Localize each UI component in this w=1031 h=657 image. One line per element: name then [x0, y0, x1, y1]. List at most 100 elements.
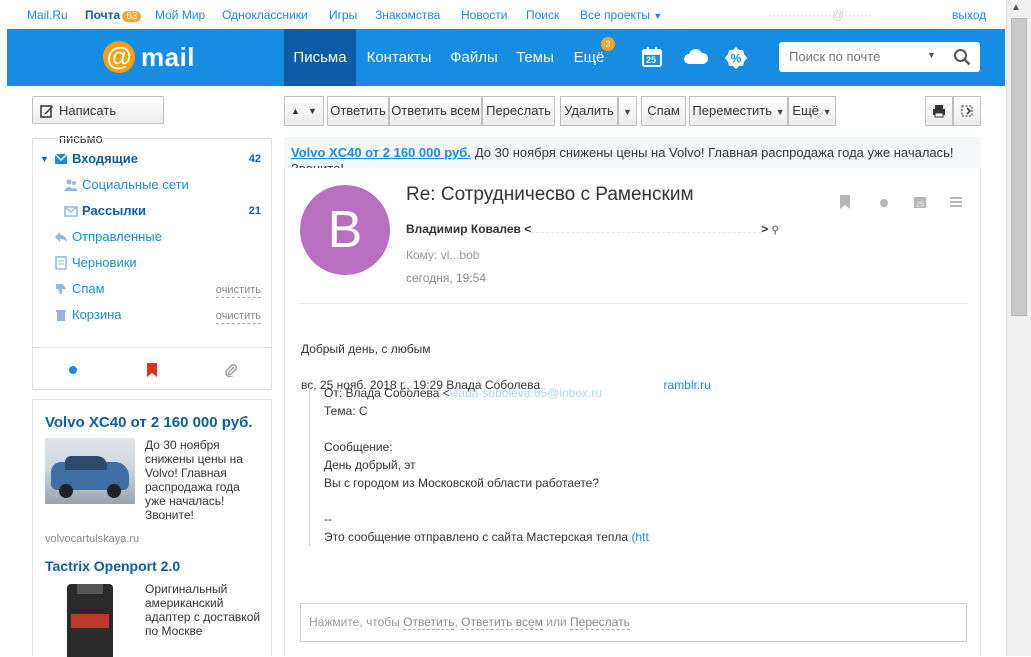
sender-tail: >: [761, 222, 772, 236]
calendar-day: 25: [646, 55, 657, 65]
menu-icon[interactable]: [949, 195, 963, 209]
quick-reply-link[interactable]: Ответить: [403, 615, 455, 630]
quote-from-link[interactable]: vlada-soboleva.65@inbox.ru: [450, 386, 602, 400]
portal-link-moymir[interactable]: Мой Мир: [155, 8, 205, 22]
ad-title[interactable]: Tactrix Openport 2.0: [45, 558, 180, 574]
portal-link-news[interactable]: Новости: [461, 8, 507, 22]
all-projects-label[interactable]: Все проекты: [580, 8, 650, 22]
bookmark-icon[interactable]: [838, 195, 852, 209]
unread-count: 21: [248, 205, 261, 217]
user-email[interactable]: ················@·······: [768, 8, 872, 22]
tab-more[interactable]: Ещё 3: [567, 29, 615, 86]
sender[interactable]: Владимир Ковалев < > ⚲: [406, 222, 779, 236]
quick-reply-all-link[interactable]: Ответить всем: [461, 615, 543, 630]
ad-domain[interactable]: volvocartulskaya.ru: [45, 533, 139, 545]
search-dropdown-icon[interactable]: ▼: [927, 50, 936, 60]
folder-label: Корзина: [72, 307, 122, 322]
chevron-down-icon: ▼: [822, 107, 832, 117]
quick-forward-link[interactable]: Переслать: [570, 615, 630, 630]
attachment-filter-icon[interactable]: [224, 363, 238, 377]
ad-title[interactable]: Volvo XC40 от 2 160 000 руб.: [45, 414, 253, 431]
sender-name[interactable]: Владимир Ковалев <: [406, 222, 531, 236]
folder-newsletters[interactable]: Рассылки 21: [33, 199, 271, 223]
search-box[interactable]: ▼: [779, 42, 980, 72]
arrow-down-icon[interactable]: ▼: [308, 97, 317, 125]
folder-drafts[interactable]: Черновики: [33, 251, 271, 275]
print-button[interactable]: [925, 96, 953, 126]
arrow-up-icon[interactable]: ▲: [291, 97, 300, 125]
banner-link[interactable]: Volvo XC40 от 2 160 000 руб.: [291, 145, 471, 160]
folder-social[interactable]: Социальные сети: [33, 173, 271, 197]
move-button[interactable]: Переместить ▼: [689, 96, 788, 126]
newsletter-icon: [64, 206, 78, 217]
mail-unread-badge: 63: [122, 11, 142, 22]
search-icon[interactable]: [953, 48, 971, 66]
flag-filter-icon[interactable]: [146, 363, 158, 377]
logout-link[interactable]: выход: [952, 8, 986, 22]
calendar-small-icon[interactable]: 25: [913, 195, 927, 209]
tab-more-label[interactable]: Ещё: [574, 49, 605, 66]
portal-link-all-projects[interactable]: Все проекты ▼: [580, 8, 662, 22]
portal-link-ok[interactable]: Одноклассники: [222, 8, 308, 22]
clear-trash-link[interactable]: очистить: [215, 309, 261, 324]
thumbs-down-icon: [56, 284, 66, 294]
delete-dropdown[interactable]: ▼: [618, 96, 637, 126]
folder-inbox[interactable]: ▼ Входящие 42: [33, 147, 271, 171]
spam-button[interactable]: Спам: [641, 96, 686, 126]
tab-letters[interactable]: Письма: [284, 29, 356, 86]
expand-arrow-icon[interactable]: ▼: [40, 147, 49, 171]
reply-all-button[interactable]: Ответить всем: [389, 96, 482, 126]
ad-adapter-image[interactable]: [67, 584, 113, 657]
unread-dot-icon[interactable]: [880, 199, 888, 207]
recipients: Кому: vl...bob: [406, 248, 479, 262]
at-logo-icon: @: [103, 41, 135, 73]
more-actions-button[interactable]: Ещё ▼: [788, 96, 836, 126]
reply-or: или: [546, 615, 567, 629]
tab-files[interactable]: Файлы: [444, 29, 504, 86]
search-small-icon[interactable]: ⚲: [772, 225, 779, 236]
folder-trash[interactable]: Корзина очистить: [33, 303, 271, 327]
portal-link-mail[interactable]: Почта 63: [85, 8, 142, 22]
header-divider: [300, 303, 967, 304]
page-scrollbar[interactable]: ▲: [1006, 0, 1031, 656]
unread-count: 42: [248, 153, 261, 165]
quote-footer-link[interactable]: (htt: [631, 530, 648, 544]
search-input[interactable]: [787, 48, 931, 65]
portal-link-search[interactable]: Поиск: [526, 8, 559, 22]
folder-label: Социальные сети: [82, 177, 189, 192]
folder-label: Спам: [72, 281, 105, 296]
reply-button[interactable]: Ответить: [327, 96, 389, 126]
forward-button[interactable]: Переслать: [482, 96, 555, 126]
fullscreen-button[interactable]: [953, 96, 981, 126]
portal-link-mailru[interactable]: Mail.Ru: [27, 8, 68, 22]
tab-contacts[interactable]: Контакты: [359, 29, 439, 86]
cloud-icon[interactable]: [683, 46, 709, 70]
clear-spam-link[interactable]: очистить: [215, 283, 261, 298]
svg-text:25: 25: [916, 202, 924, 209]
folder-spam[interactable]: Спам очистить: [33, 277, 271, 301]
compose-button[interactable]: Написать письмо: [32, 96, 164, 146]
portal-mail-label[interactable]: Почта: [85, 8, 120, 22]
discount-icon[interactable]: %: [724, 46, 748, 70]
to-label: Кому:: [406, 248, 438, 262]
quote-line2: Вы с городом из Московской области работ…: [324, 476, 600, 490]
top-ad-banner[interactable]: Volvo XC40 от 2 160 000 руб. До 30 ноября…: [284, 137, 981, 168]
tab-topics[interactable]: Темы: [509, 29, 561, 86]
scroll-up-icon[interactable]: ▲: [1011, 2, 1021, 13]
unread-filter-icon[interactable]: [69, 366, 77, 374]
quick-reply-box[interactable]: Нажмите, чтобы Ответить, Ответить всем и…: [300, 603, 967, 642]
portal-link-dating[interactable]: Знакомства: [375, 8, 440, 22]
nav-prev-next[interactable]: ▲ ▼: [284, 96, 324, 126]
ad-text[interactable]: До 30 ноября снижены цены на Volvo! Глав…: [145, 438, 263, 522]
calendar-icon[interactable]: 25: [641, 46, 665, 70]
ad-car-image[interactable]: [45, 438, 135, 504]
to-value[interactable]: vl...bob: [441, 248, 480, 262]
scrollbar-thumb[interactable]: [1011, 18, 1027, 316]
folder-sent[interactable]: Отправленные: [33, 225, 271, 249]
move-label: Переместить: [692, 103, 773, 118]
ad-text[interactable]: Оригинальный американский адаптер с дост…: [145, 582, 263, 638]
delete-button[interactable]: Удалить: [560, 96, 618, 126]
portal-link-games[interactable]: Игры: [329, 8, 357, 22]
avatar[interactable]: В: [300, 185, 390, 275]
mail-logo[interactable]: @ mail: [103, 39, 195, 75]
